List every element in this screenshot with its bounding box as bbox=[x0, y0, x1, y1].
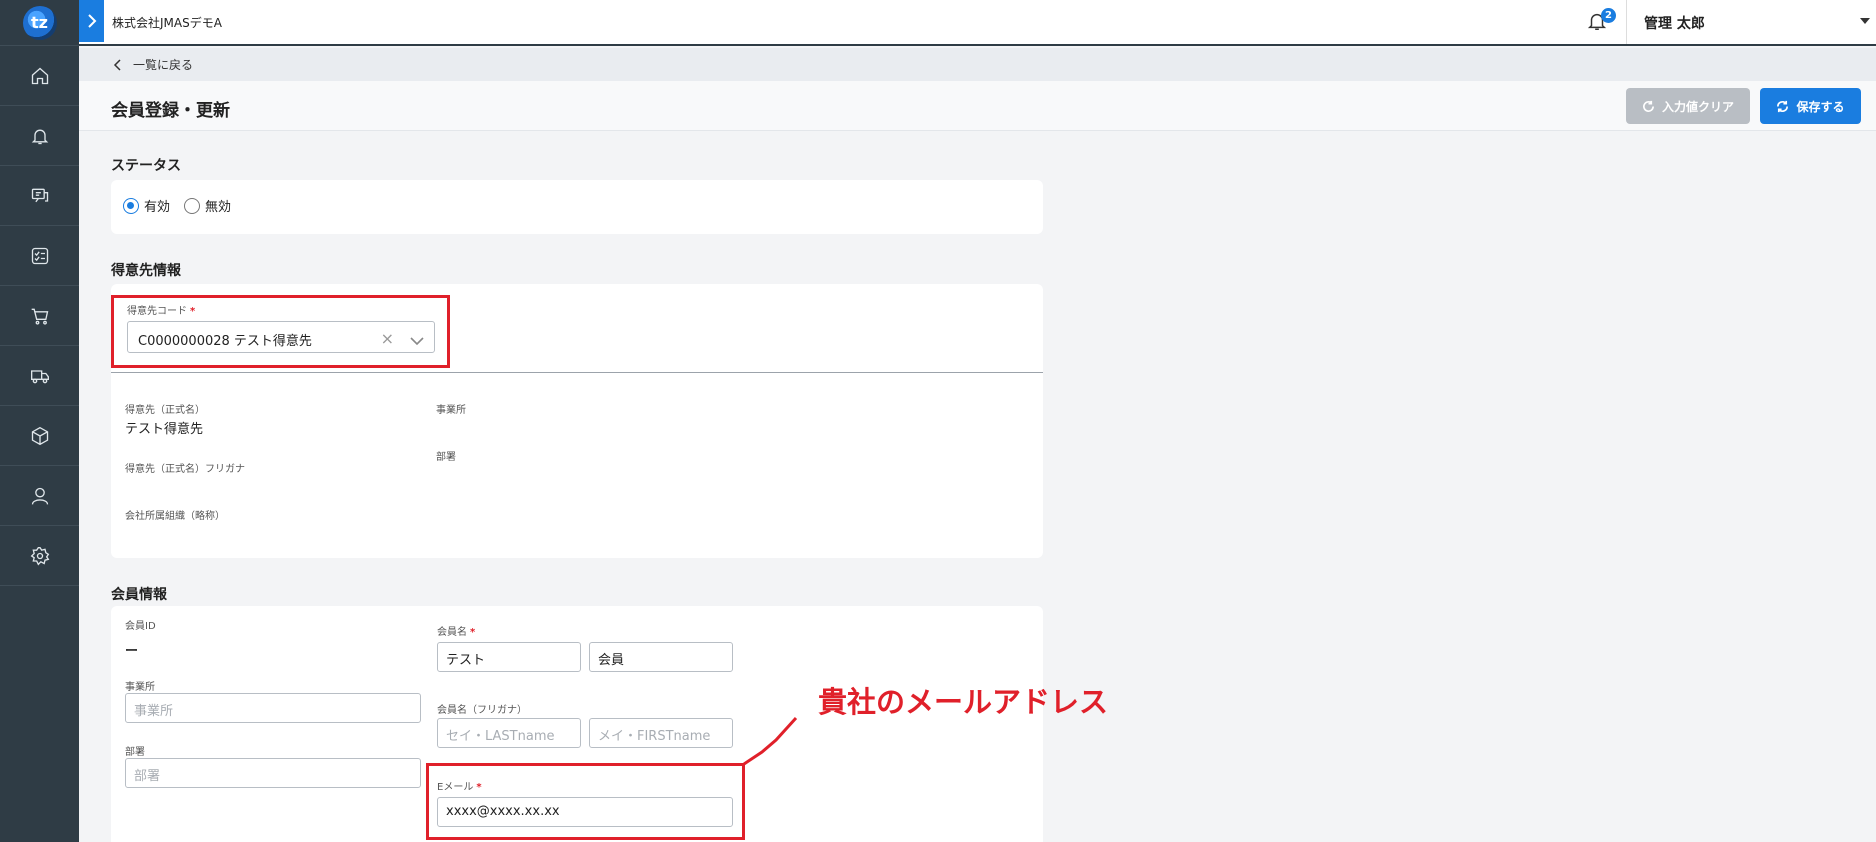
nav-delivery[interactable] bbox=[0, 346, 79, 406]
member-id-label: 会員ID bbox=[125, 621, 156, 632]
annotation-line bbox=[743, 716, 798, 766]
nav-orders[interactable] bbox=[0, 286, 79, 346]
divider bbox=[1626, 0, 1627, 44]
annotation-text: 貴社のメールアドレス bbox=[818, 685, 1109, 719]
member-id-value: ー bbox=[125, 644, 139, 659]
member-office-input[interactable]: 事業所 bbox=[125, 693, 421, 723]
chevron-left-icon bbox=[113, 58, 121, 71]
notification-badge: 2 bbox=[1601, 8, 1616, 23]
status-active-label: 有効 bbox=[144, 200, 171, 215]
truck-icon bbox=[30, 369, 49, 383]
customer-dept-label: 部署 bbox=[436, 452, 456, 463]
top-bar: 株式会社JMASデモA 2 管理 太郎 bbox=[79, 0, 1876, 46]
status-card: 有効 無効 bbox=[111, 180, 1043, 234]
member-kana-first-input[interactable]: メイ・FIRSTname bbox=[589, 718, 733, 748]
status-section-title: ステータス bbox=[111, 158, 181, 174]
customer-formal-name-value: テスト得意先 bbox=[125, 422, 204, 437]
chevron-right-icon bbox=[87, 14, 96, 28]
nav-tasks[interactable] bbox=[0, 226, 79, 286]
nav-notifications[interactable] bbox=[0, 106, 79, 166]
cart-icon bbox=[31, 308, 48, 325]
member-kana-label: 会員名（フリガナ） bbox=[437, 705, 527, 716]
page-title: 会員登録・更新 bbox=[111, 101, 230, 121]
member-section-title: 会員情報 bbox=[111, 587, 167, 603]
nav-settings[interactable] bbox=[0, 526, 79, 586]
notification-button[interactable]: 2 bbox=[1586, 8, 1616, 36]
caret-down-icon[interactable] bbox=[1860, 18, 1870, 24]
save-button[interactable]: 保存する bbox=[1760, 88, 1861, 124]
gear-icon bbox=[30, 546, 49, 565]
member-dept-label: 部署 bbox=[125, 747, 145, 758]
highlight-customer-code bbox=[111, 295, 450, 368]
box-icon bbox=[31, 426, 48, 445]
member-last-name-input[interactable]: テスト bbox=[437, 642, 581, 672]
customer-section-title: 得意先情報 bbox=[111, 263, 181, 279]
app-logo[interactable]: tz bbox=[0, 0, 79, 46]
status-inactive-label: 無効 bbox=[205, 200, 232, 215]
page-header: 会員登録・更新 入力値クリア 保存する bbox=[79, 81, 1876, 131]
member-first-name-input[interactable]: 会員 bbox=[589, 642, 733, 672]
chat-icon bbox=[31, 188, 48, 202]
logo-icon: tz bbox=[22, 5, 57, 40]
back-to-list-link[interactable]: 一覧に戻る bbox=[133, 56, 193, 73]
member-name-label: 会員名 * bbox=[437, 627, 476, 638]
customer-formal-kana-label: 得意先（正式名）フリガナ bbox=[125, 464, 245, 475]
company-name: 株式会社JMASデモA bbox=[112, 16, 222, 30]
customer-formal-name-label: 得意先（正式名） bbox=[125, 405, 205, 416]
home-icon bbox=[31, 67, 48, 84]
member-office-label: 事業所 bbox=[125, 682, 155, 693]
clear-input-button[interactable]: 入力値クリア bbox=[1626, 88, 1750, 124]
member-kana-last-input[interactable]: セイ・LASTname bbox=[437, 718, 581, 748]
status-inactive-radio[interactable] bbox=[184, 197, 201, 214]
nav-members[interactable] bbox=[0, 466, 79, 526]
customer-org-label: 会社所属組織（略称） bbox=[125, 511, 225, 522]
status-active-radio[interactable] bbox=[123, 197, 139, 214]
breadcrumb: 一覧に戻る bbox=[79, 48, 1876, 81]
checklist-icon bbox=[31, 247, 48, 264]
refresh-icon bbox=[1643, 100, 1654, 112]
nav-home[interactable] bbox=[0, 46, 79, 106]
sidebar: tz bbox=[0, 0, 79, 842]
customer-office-label: 事業所 bbox=[436, 405, 466, 416]
bell-icon bbox=[31, 129, 48, 144]
nav-messages[interactable] bbox=[0, 166, 79, 226]
member-dept-input[interactable]: 部署 bbox=[125, 758, 421, 788]
sidebar-toggle-button[interactable] bbox=[79, 0, 104, 42]
highlight-email bbox=[426, 763, 745, 840]
section-divider bbox=[111, 372, 1043, 373]
user-icon bbox=[31, 487, 48, 505]
user-menu[interactable]: 管理 太郎 bbox=[1644, 13, 1705, 33]
nav-products[interactable] bbox=[0, 406, 79, 466]
sync-icon bbox=[1777, 100, 1789, 112]
